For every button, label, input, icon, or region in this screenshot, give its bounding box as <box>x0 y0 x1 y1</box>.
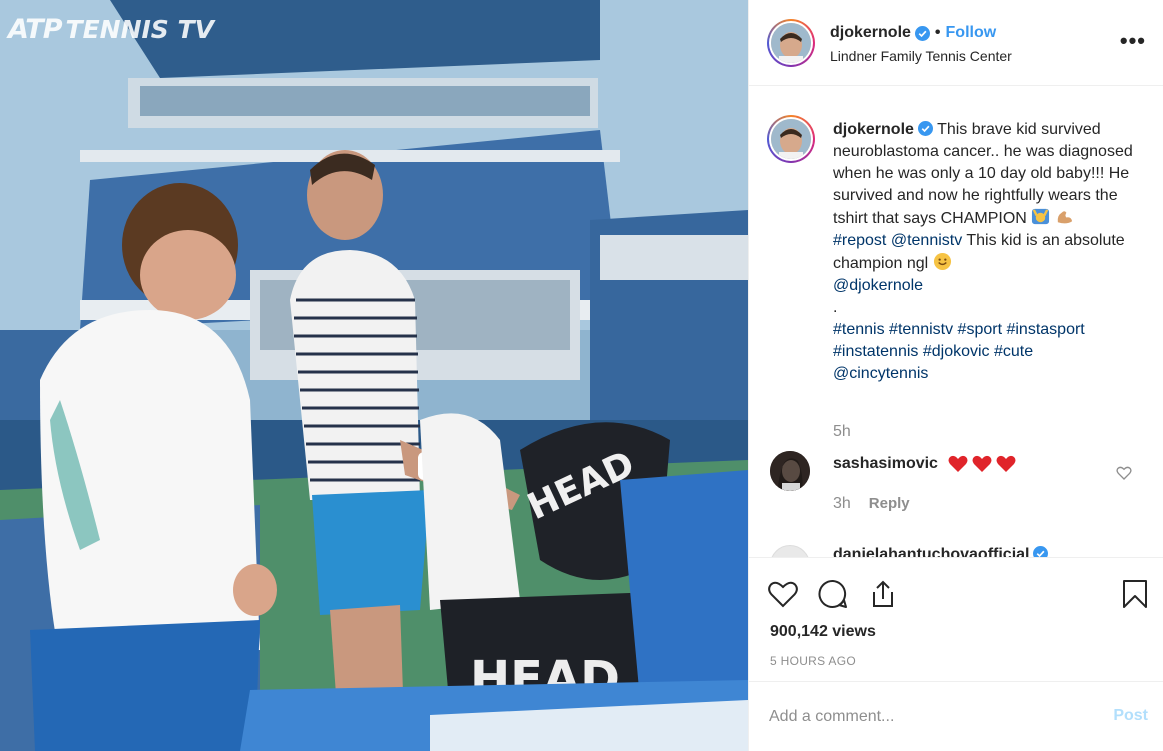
hashtag-sport[interactable]: #sport <box>958 321 1002 338</box>
video-player[interactable]: HEAD HEAD ATP TENNIS TV <box>0 0 748 751</box>
caption-timestamp[interactable]: 5h <box>833 423 851 441</box>
post-panel: djokernole • Follow Lindner Family Tenni… <box>748 0 1163 751</box>
verified-icon <box>1033 546 1049 557</box>
reply-button[interactable]: Reply <box>869 495 910 513</box>
red-heart-emoji-icon <box>972 455 992 472</box>
hugging-face-emoji-icon <box>933 252 951 271</box>
more-icon[interactable]: ••• <box>1120 30 1146 52</box>
comment-input[interactable] <box>769 704 1069 730</box>
comment-username[interactable]: sashasimovic <box>833 455 938 473</box>
comment-hearts <box>944 455 1016 473</box>
bookmark-icon[interactable] <box>1119 578 1151 610</box>
verified-icon <box>917 121 933 136</box>
watermark-atp: ATP <box>8 14 63 45</box>
comment-row: sashasimovic <box>833 455 1016 473</box>
verified-icon <box>914 25 930 41</box>
comment-username-2[interactable]: danielahantuchovaofficial <box>833 546 1049 557</box>
mention-djokernole[interactable]: @djokernole <box>833 277 923 294</box>
caption-avatar[interactable] <box>767 115 815 163</box>
author-username[interactable]: djokernole <box>830 24 911 42</box>
post-comment-button[interactable]: Post <box>1113 707 1148 725</box>
hashtag-djokovic[interactable]: #djokovic <box>923 343 990 360</box>
mention-tennistv[interactable]: @tennistv <box>891 232 962 249</box>
comments-section[interactable]: djokernole This brave kid survived neuro… <box>749 87 1163 557</box>
author-avatar[interactable] <box>767 19 815 67</box>
share-icon[interactable] <box>867 578 899 610</box>
red-heart-emoji-icon <box>948 455 968 472</box>
watermark-tennis-tv: TENNIS TV <box>65 15 214 44</box>
hashtag-tennis[interactable]: #tennis <box>833 321 885 338</box>
flexed-biceps-emoji-icon <box>1057 211 1072 224</box>
atp-tennis-tv-watermark: ATP TENNIS TV <box>8 14 214 45</box>
red-heart-emoji-icon <box>996 455 1016 472</box>
location-link[interactable]: Lindner Family Tennis Center <box>830 48 1012 64</box>
heart-icon[interactable] <box>767 578 799 610</box>
like-comment-icon[interactable] <box>1116 465 1132 481</box>
hashtag-repost[interactable]: #repost <box>833 232 886 249</box>
comment-meta: 3h Reply <box>833 495 910 513</box>
comment-time[interactable]: 3h <box>833 495 851 513</box>
caption-dot: . <box>833 299 838 316</box>
caption-text: djokernole This brave kid survived neuro… <box>833 119 1133 385</box>
hashtag-cute[interactable]: #cute <box>994 343 1033 360</box>
separator-dot: • <box>934 24 941 41</box>
commenter-avatar[interactable] <box>770 545 810 557</box>
commenter-avatar[interactable] <box>770 451 810 491</box>
view-count[interactable]: 900,142 views <box>770 623 876 641</box>
comment-username[interactable]: danielahantuchovaofficial <box>833 546 1029 557</box>
hashtag-instasport[interactable]: #instasport <box>1006 321 1084 338</box>
add-comment-bar: Post <box>749 681 1163 751</box>
comment-icon[interactable] <box>817 578 849 610</box>
post-header: djokernole • Follow Lindner Family Tenni… <box>749 0 1163 86</box>
follow-button[interactable]: Follow <box>946 24 997 42</box>
post-actions: 900,142 views 5 HOURS AGO <box>749 557 1163 697</box>
video-frame: HEAD HEAD <box>0 0 748 751</box>
hashtag-instatennis[interactable]: #instatennis <box>833 343 918 360</box>
raised-hands-emoji-icon <box>1032 208 1050 225</box>
post-timestamp[interactable]: 5 HOURS AGO <box>770 654 856 668</box>
mention-cincytennis[interactable]: @cincytennis <box>833 365 928 382</box>
caption-username[interactable]: djokernole <box>833 121 914 138</box>
hashtag-tennistv[interactable]: #tennistv <box>889 321 953 338</box>
